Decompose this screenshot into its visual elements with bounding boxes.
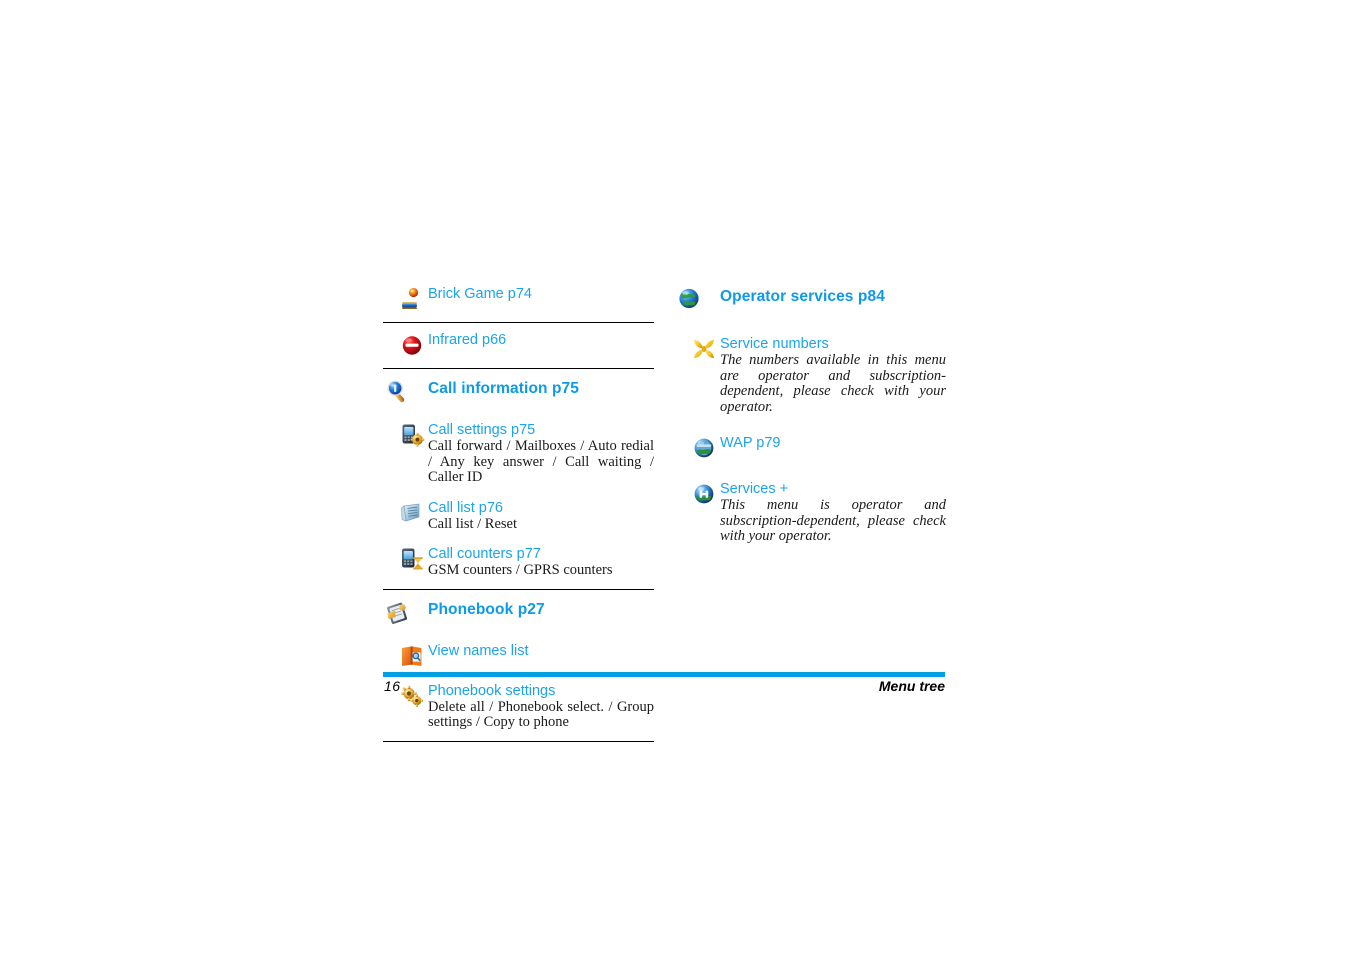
- menu-entry-call-information[interactable]: Call information p75: [383, 375, 654, 411]
- menu-entry-body: Brick Game p74: [428, 286, 654, 306]
- phonebook-settings-icon: [399, 683, 425, 709]
- menu-entry-body: Phonebook p27: [428, 600, 654, 620]
- menu-entry-call-settings[interactable]: Call settings p75 Call forward / Mailbox…: [383, 419, 654, 489]
- menu-entry-description: The numbers available in this menu are o…: [720, 352, 946, 415]
- left-menu-column: Brick Game p74 Infrared p66 Call informa…: [383, 283, 654, 748]
- section-divider: [383, 368, 654, 369]
- call-counters-icon: [399, 546, 425, 572]
- section-divider: [383, 740, 654, 742]
- menu-entry-title[interactable]: Operator services p84: [720, 288, 885, 305]
- menu-entry-body: Call counters p77 GSM counters / GPRS co…: [428, 546, 654, 579]
- menu-entry-description: GSM counters / GPRS counters: [428, 562, 613, 578]
- footer-page-number: 16: [384, 678, 401, 694]
- section-divider: [383, 322, 654, 323]
- menu-entry-body: Call information p75: [428, 379, 654, 399]
- infrared-icon: [399, 332, 425, 358]
- menu-entry-title[interactable]: Call information p75: [428, 380, 579, 397]
- menu-entry-title[interactable]: Phonebook p27: [428, 601, 545, 618]
- call-settings-icon: [399, 422, 425, 448]
- manual-page: Brick Game p74 Infrared p66 Call informa…: [0, 0, 1351, 954]
- menu-entry-title[interactable]: Infrared p66: [428, 332, 654, 349]
- menu-entry-brick-game[interactable]: Brick Game p74: [383, 283, 654, 315]
- menu-entry-body: Call list p76 Call list / Reset: [428, 500, 654, 533]
- menu-entry-body: Call settings p75 Call forward / Mailbox…: [428, 422, 654, 486]
- menu-entry-body: Services + This menu is operator and sub…: [720, 481, 946, 545]
- menu-entry-services-plus[interactable]: Services + This menu is operator and sub…: [675, 478, 946, 548]
- menu-entry-title[interactable]: View names list: [428, 643, 654, 660]
- menu-entry-infrared[interactable]: Infrared p66: [383, 329, 654, 361]
- menu-entry-description: Call list / Reset: [428, 515, 518, 532]
- menu-entry-body: Phonebook settings Delete all / Phoneboo…: [428, 683, 654, 731]
- menu-entry-operator-services[interactable]: Operator services p84: [675, 283, 946, 319]
- menu-entry-phonebook[interactable]: Phonebook p27: [383, 596, 654, 632]
- menu-entry-body: View names list: [428, 643, 654, 663]
- menu-entry-title[interactable]: Call counters p77: [428, 546, 654, 563]
- menu-entry-service-numbers[interactable]: Service numbers The numbers available in…: [675, 333, 946, 418]
- menu-entry-body: WAP p79: [720, 435, 946, 455]
- menu-entry-title[interactable]: Services +: [720, 481, 946, 498]
- section-divider: [383, 588, 654, 590]
- footer-section-label: Menu tree: [878, 678, 945, 694]
- menu-entry-title[interactable]: Brick Game p74: [428, 286, 654, 303]
- magnifier-icon: [383, 377, 413, 407]
- menu-entry-title[interactable]: Phonebook settings: [428, 683, 654, 700]
- menu-entry-title[interactable]: Service numbers: [720, 336, 946, 353]
- services-plus-icon: [691, 481, 717, 507]
- globe-icon: [675, 285, 705, 315]
- menu-entry-body: Service numbers The numbers available in…: [720, 336, 946, 415]
- menu-entry-body: Infrared p66: [428, 332, 654, 352]
- menu-entry-call-counters[interactable]: Call counters p77 GSM counters / GPRS co…: [383, 543, 654, 582]
- menu-entry-body: Operator services p84: [720, 287, 946, 307]
- view-names-icon: [399, 643, 425, 669]
- footer-blue-bar: [383, 672, 945, 677]
- menu-entry-phonebook-settings[interactable]: Phonebook settings Delete all / Phoneboo…: [383, 680, 654, 734]
- phonebook-icon: [383, 598, 413, 628]
- menu-entry-wap[interactable]: WAP p79: [675, 432, 946, 464]
- menu-entry-description: Delete all / Phonebook select. / Group s…: [428, 698, 654, 730]
- right-menu-column: Operator services p84 Service numbers Th…: [675, 283, 946, 548]
- menu-entry-description: This menu is operator and subscription-d…: [720, 497, 946, 544]
- menu-entry-description: Call forward / Mailboxes / Auto redial /…: [428, 438, 654, 485]
- menu-entry-title[interactable]: WAP p79: [720, 435, 946, 452]
- brick-game-icon: [399, 286, 425, 312]
- menu-entry-view-names-list[interactable]: View names list: [383, 640, 654, 672]
- wap-globe-icon: [691, 435, 717, 461]
- menu-entry-title[interactable]: Call list p76: [428, 500, 654, 517]
- service-numbers-icon: [691, 336, 717, 362]
- menu-entry-call-list[interactable]: Call list p76 Call list / Reset: [383, 497, 654, 536]
- menu-entry-title[interactable]: Call settings p75: [428, 422, 654, 439]
- call-list-icon: [399, 500, 425, 526]
